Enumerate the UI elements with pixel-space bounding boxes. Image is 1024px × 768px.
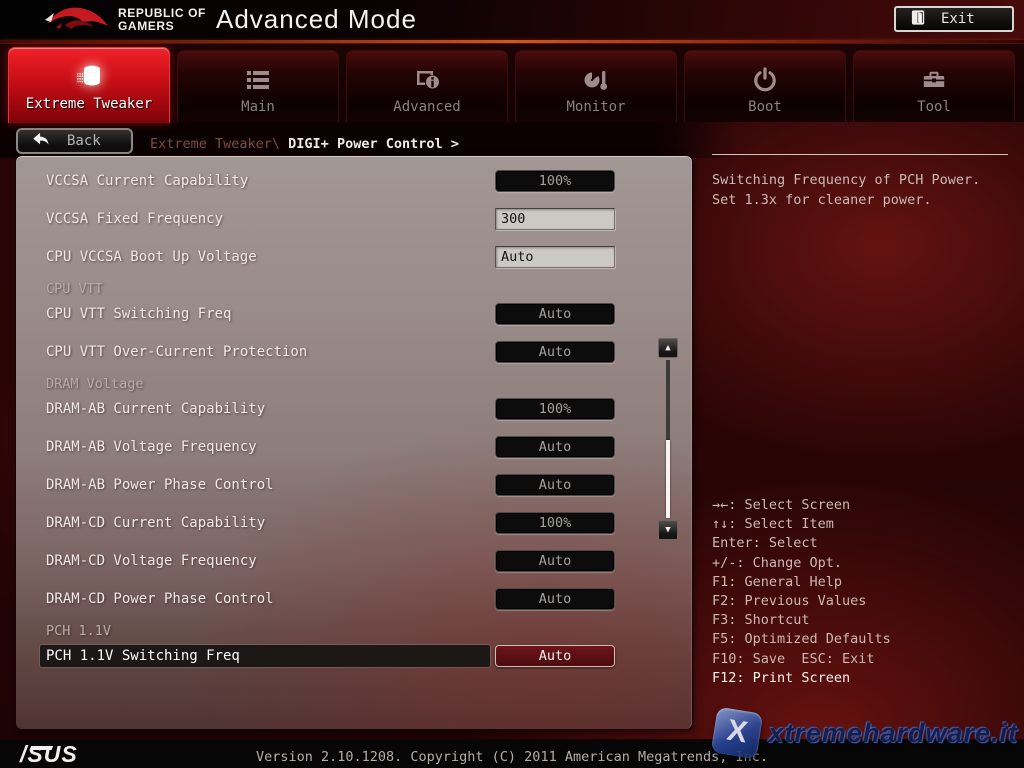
setting-label: DRAM Voltage (46, 376, 144, 392)
breadcrumb-parent: Extreme Tweaker\ (150, 136, 288, 152)
tab-extreme-tweaker[interactable]: Extreme Tweaker (8, 47, 170, 123)
value-dropdown[interactable]: Auto (495, 550, 615, 572)
value-dropdown[interactable]: Auto (495, 436, 615, 458)
value-dropdown[interactable]: Auto (495, 341, 615, 363)
setting-label: CPU VCCSA Boot Up Voltage (46, 249, 257, 265)
value-dropdown[interactable]: 100% (495, 512, 615, 534)
section-header-cpu-vtt: CPU VTT (16, 276, 692, 295)
value-input[interactable]: Auto (495, 246, 615, 268)
legend-line: F3: Shortcut (712, 611, 891, 630)
key-legend: →←: Select Screen↑↓: Select ItemEnter: S… (712, 496, 891, 688)
breadcrumb-current: DIGI+ Power Control > (288, 136, 459, 152)
tab-advanced[interactable]: Advanced (346, 50, 508, 122)
rog-logo-icon (44, 3, 110, 41)
watermark-x-icon: X (711, 707, 764, 760)
settings-panel: VCCSA Current Capability 100% VCCSA Fixed … (16, 156, 692, 729)
power-icon (685, 63, 845, 95)
setting-label: DRAM-AB Power Phase Control (46, 477, 274, 493)
gauge-icon (516, 63, 676, 95)
setting-label: CPU VTT (46, 281, 103, 297)
back-button[interactable]: Back (16, 128, 133, 154)
setting-label: VCCSA Current Capability (46, 173, 248, 189)
value-dropdown[interactable]: Auto (495, 474, 615, 496)
tab-label: Boot (685, 99, 845, 115)
tweaker-icon (9, 60, 169, 92)
setting-row-pch-1-1v-switching-freq[interactable]: PCH 1.1V Switching Freq Auto (16, 637, 692, 675)
setting-label: PCH 1.1V (46, 623, 111, 639)
setting-row-dram-ab-current-capability[interactable]: DRAM-AB Current Capability 100% (16, 390, 692, 428)
tab-bar: Extreme Tweaker Main Advanced Monitor Bo… (0, 44, 1024, 122)
section-header-dram-voltage: DRAM Voltage (16, 371, 692, 390)
scroll-thumb[interactable] (666, 440, 670, 518)
setting-row-vccsa-fixed-frequency[interactable]: VCCSA Fixed Frequency 300 (16, 200, 692, 238)
tab-label: Extreme Tweaker (9, 96, 169, 112)
value-input[interactable]: 300 (495, 208, 615, 230)
setting-row-vccsa-current-capability[interactable]: VCCSA Current Capability 100% (16, 162, 692, 200)
legend-line: F1: General Help (712, 573, 891, 592)
value-dropdown[interactable]: Auto (495, 303, 615, 325)
brand-text: REPUBLIC OF GAMERS (118, 7, 206, 33)
glow-divider (0, 40, 1024, 43)
legend-line: F10: Save ESC: Exit (712, 650, 891, 669)
tab-main[interactable]: Main (177, 50, 339, 122)
back-arrow-icon (32, 132, 51, 151)
legend-line: F12: Print Screen (712, 669, 891, 688)
setting-label: CPU VTT Over-Current Protection (46, 344, 307, 360)
tab-monitor[interactable]: Monitor (515, 50, 677, 122)
setting-label: VCCSA Fixed Frequency (46, 211, 223, 227)
setting-label: DRAM-AB Voltage Frequency (46, 439, 257, 455)
value-dropdown[interactable]: 100% (495, 398, 615, 420)
watermark: X xtremehardware.it (714, 710, 1018, 756)
value-dropdown[interactable]: Auto (495, 645, 615, 667)
exit-door-icon (910, 9, 927, 30)
setting-label: DRAM-CD Current Capability (46, 515, 265, 531)
tab-label: Main (178, 99, 338, 115)
legend-line: +/-: Change Opt. (712, 554, 891, 573)
setting-row-dram-cd-voltage-frequency[interactable]: DRAM-CD Voltage Frequency Auto (16, 542, 692, 580)
tab-label: Advanced (347, 99, 507, 115)
setting-label: DRAM-CD Voltage Frequency (46, 553, 257, 569)
value-dropdown[interactable]: Auto (495, 588, 615, 610)
tab-label: Monitor (516, 99, 676, 115)
setting-row-dram-ab-voltage-frequency[interactable]: DRAM-AB Voltage Frequency Auto (16, 428, 692, 466)
toolbox-icon (854, 63, 1014, 95)
setting-label: DRAM-AB Current Capability (46, 401, 265, 417)
setting-row-dram-cd-current-capability[interactable]: DRAM-CD Current Capability 100% (16, 504, 692, 542)
legend-line: →←: Select Screen (712, 496, 891, 515)
legend-line: ↑↓: Select Item (712, 515, 891, 534)
info-screen-icon (347, 63, 507, 95)
tab-label: Tool (854, 99, 1014, 115)
setting-label: DRAM-CD Power Phase Control (46, 591, 274, 607)
breadcrumb: Extreme Tweaker\ DIGI+ Power Control > (150, 136, 459, 152)
setting-label: CPU VTT Switching Freq (46, 306, 231, 322)
setting-row-cpu-vtt-over-current-protection[interactable]: CPU VTT Over-Current Protection Auto (16, 333, 692, 371)
legend-line: F2: Previous Values (712, 592, 891, 611)
exit-button[interactable]: Exit (894, 6, 1014, 32)
setting-row-dram-ab-power-phase-control[interactable]: DRAM-AB Power Phase Control Auto (16, 466, 692, 504)
watermark-text: xtremehardware.it (768, 718, 1018, 749)
legend-line: F5: Optimized Defaults (712, 630, 891, 649)
list-icon (178, 63, 338, 95)
legend-line: Enter: Select (712, 534, 891, 553)
help-text: Switching Frequency of PCH Power. Set 1.… (712, 171, 980, 210)
page-title: Advanced Mode (216, 4, 417, 35)
tab-tool[interactable]: Tool (853, 50, 1015, 122)
settings-list: VCCSA Current Capability 100% VCCSA Fixed … (16, 156, 692, 675)
scroll-down-button[interactable]: ▼ (658, 520, 678, 540)
top-bar: REPUBLIC OF GAMERS Advanced Mode Exit (0, 0, 1024, 40)
help-divider (712, 154, 1008, 155)
setting-row-cpu-vtt-switching-freq[interactable]: CPU VTT Switching Freq Auto (16, 295, 692, 333)
tab-boot[interactable]: Boot (684, 50, 846, 122)
setting-row-dram-cd-power-phase-control[interactable]: DRAM-CD Power Phase Control Auto (16, 580, 692, 618)
scroll-up-button[interactable]: ▲ (658, 338, 678, 358)
value-dropdown[interactable]: 100% (495, 170, 615, 192)
setting-label: PCH 1.1V Switching Freq (46, 648, 240, 664)
section-header-pch-1-1v: PCH 1.1V (16, 618, 692, 637)
scrollbar: ▲ ▼ (658, 338, 678, 540)
setting-row-cpu-vccsa-boot-up-voltage[interactable]: CPU VCCSA Boot Up Voltage Auto (16, 238, 692, 276)
